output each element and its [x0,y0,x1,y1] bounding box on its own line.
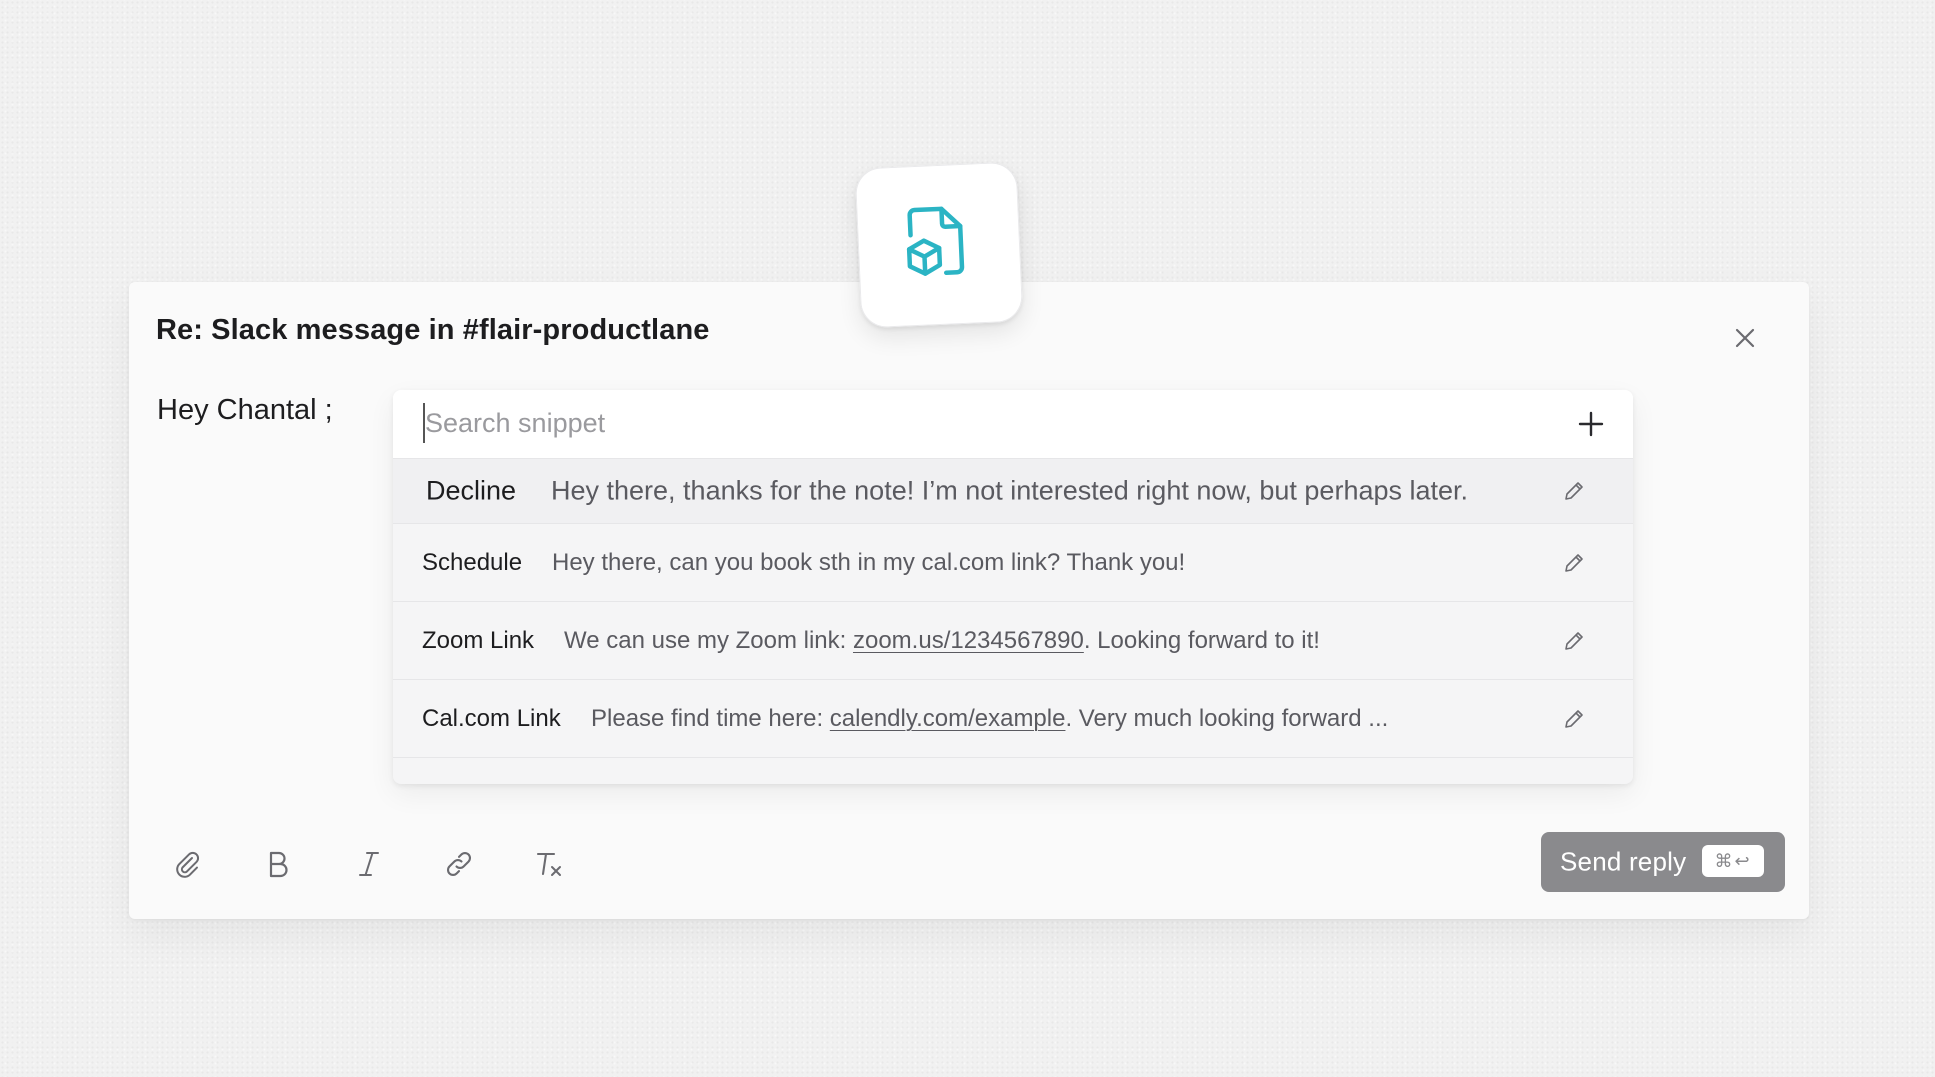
close-button[interactable] [1729,322,1761,354]
keyboard-shortcut-badge: ⌘↩ [1702,845,1764,877]
snippet-item-decline[interactable]: Decline Hey there, thanks for the note! … [393,458,1633,523]
composer-title: Re: Slack message in #flair-productlane [156,314,710,346]
snippet-preview: We can use my Zoom link: zoom.us/1234567… [564,627,1320,655]
snippet-link[interactable]: zoom.us/1234567890 [853,627,1084,654]
bold-button[interactable] [256,842,300,886]
pencil-icon [1565,553,1583,572]
plus-icon [1578,411,1604,437]
reply-composer: Re: Slack message in #flair-productlane … [129,282,1809,919]
snippet-search-input[interactable] [423,403,1525,443]
snippet-name: Zoom Link [422,626,535,654]
snippet-preview: Hey there, can you book sth in my cal.co… [552,549,1185,577]
message-body-text[interactable]: Hey Chantal ; [157,394,333,427]
snippet-link[interactable]: calendly.com/example [830,705,1066,732]
snippet-preview: Please find time here: calendly.com/exam… [591,705,1388,733]
snippet-search-row [393,390,1633,458]
edit-snippet-button[interactable] [1561,706,1587,732]
pencil-icon [1565,482,1583,500]
insert-link-button[interactable] [437,842,481,886]
attach-button[interactable] [165,842,209,886]
italic-button[interactable] [347,842,391,886]
snippet-preview-text: Hey there, can you book sth in my cal.co… [552,548,1186,576]
snippet-item-schedule[interactable]: Schedule Hey there, can you book sth in … [393,523,1633,601]
pencil-icon [1565,631,1583,650]
italic-icon [359,852,379,876]
clear-format-icon [536,852,561,876]
snippet-preview-text: Hey there, thanks for the note! I’m not … [551,475,1469,506]
app-icon [854,161,1024,329]
snippet-preview-text: . Very much looking forward ... [1065,704,1389,732]
link-icon [447,852,471,876]
edit-snippet-button[interactable] [1561,478,1587,504]
snippet-picker: Decline Hey there, thanks for the note! … [393,390,1633,784]
snippet-item-calcom-link[interactable]: Cal.com Link Please find time here: cale… [393,679,1633,757]
snippet-item-zoom-link[interactable]: Zoom Link We can use my Zoom link: zoom.… [393,601,1633,679]
send-reply-label: Send reply [1560,846,1687,877]
pencil-icon [1565,709,1583,728]
snippet-name: Decline [426,475,517,506]
edit-snippet-button[interactable] [1561,550,1587,576]
snippet-name: Cal.com Link [422,704,561,732]
snippet-preview-text: . Looking forward to it! [1083,626,1320,654]
edit-snippet-button[interactable] [1561,628,1587,654]
snippet-preview-text: Please find time here: [591,704,830,732]
close-icon [1735,328,1755,348]
bold-icon [269,851,288,878]
snippet-preview: Hey there, thanks for the note! I’m not … [551,476,1468,507]
send-reply-button[interactable]: Send reply ⌘↩ [1541,832,1785,892]
paperclip-icon [176,851,200,878]
add-snippet-button[interactable] [1573,406,1609,442]
clear-formatting-button[interactable] [528,842,572,886]
document-cube-icon [906,206,965,276]
divider [393,757,1633,758]
snippet-name: Schedule [422,548,523,576]
snippet-preview-text: We can use my Zoom link: [564,626,853,654]
